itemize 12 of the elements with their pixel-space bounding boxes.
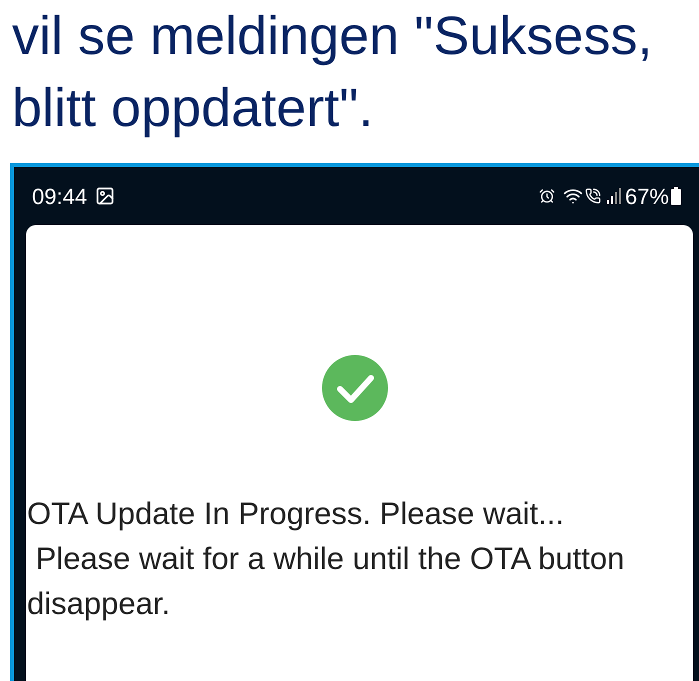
dialog-title: OTA Update In Progress. Please wait...	[27, 495, 564, 533]
success-check-icon	[322, 355, 388, 421]
gallery-icon	[95, 186, 116, 206]
battery-percent: 67%	[624, 182, 669, 210]
article-text: blitt oppdatert".	[12, 77, 374, 140]
status-time: 09:44	[32, 182, 88, 210]
battery-icon	[671, 187, 681, 205]
article-text: vil se meldingen "Suksess,	[12, 5, 652, 68]
signal-icon	[606, 188, 621, 204]
alarm-icon	[538, 188, 555, 204]
dialog-message: Please wait for a while until the OTA button disappear.	[27, 540, 626, 623]
call-icon	[584, 188, 601, 204]
